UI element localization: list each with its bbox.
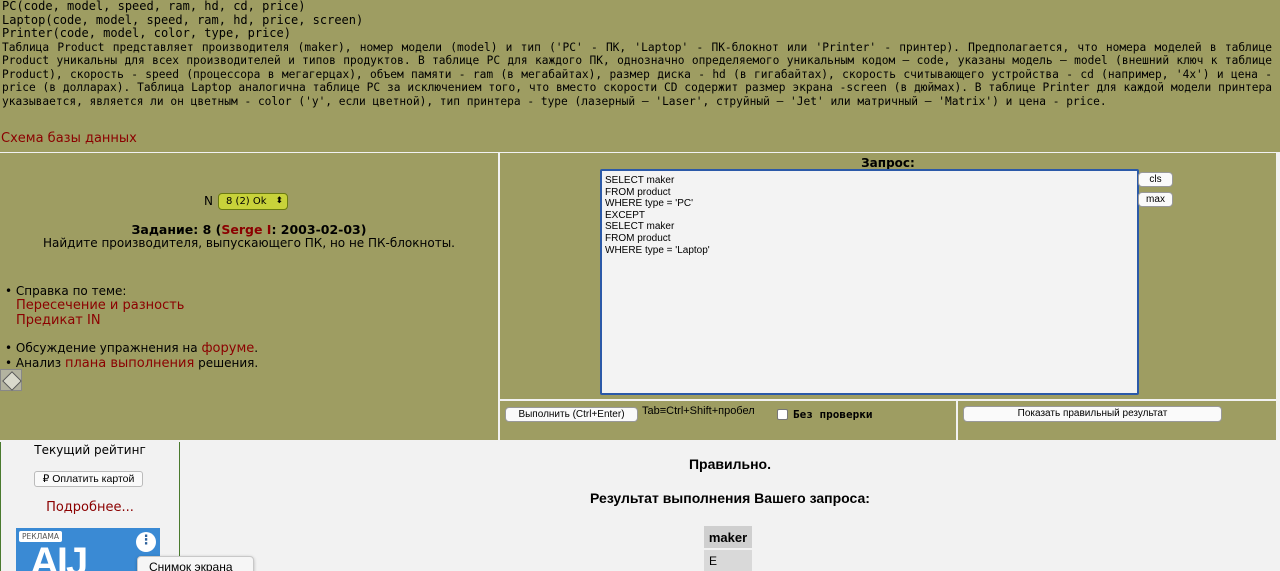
- result-title: Результат выполнения Вашего запроса:: [590, 490, 870, 506]
- maximize-button[interactable]: max: [1138, 192, 1173, 207]
- pay-by-card-button[interactable]: ₽ Оплатить картой: [34, 471, 143, 487]
- no-check-checkbox[interactable]: [777, 409, 788, 420]
- task-panel: N 8 (2) Ok ⬍ Задание: 8 (Serge I: 2003-0…: [0, 153, 498, 440]
- plan-suffix: решения.: [194, 356, 259, 370]
- query-panel: Запрос: SELECT maker FROM product WHERE …: [500, 153, 1276, 399]
- table-cell: E: [704, 550, 752, 571]
- result-table: maker E: [704, 524, 752, 571]
- forum-prefix: Обсуждение упражнения на: [15, 341, 202, 355]
- column-header: maker: [704, 526, 752, 548]
- diagram-icon[interactable]: [0, 369, 22, 391]
- query-label: Запрос:: [861, 156, 915, 170]
- task-text: Найдите производителя, выпускающего ПК, …: [42, 236, 455, 250]
- run-bar: Выполнить (Ctrl+Enter) Tab≡Ctrl+Shift+пр…: [500, 401, 956, 440]
- schema-diagram-link[interactable]: Схема базы данных: [1, 131, 137, 146]
- schema-line: Laptop(code, model, speed, ram, hd, pric…: [2, 12, 364, 27]
- run-query-button[interactable]: Выполнить (Ctrl+Enter): [505, 407, 638, 422]
- select-arrows-icon: ⬍: [275, 196, 283, 206]
- exercise-number-label: N: [204, 194, 213, 208]
- sidebar: Текущий рейтинг ₽ Оплатить картой Подроб…: [0, 442, 180, 571]
- plan-prefix: Анализ: [15, 356, 65, 370]
- schema-panel: PC(code, model, speed, ram, hd, cd, pric…: [0, 0, 1280, 152]
- no-check-label: Без проверки: [793, 408, 873, 421]
- tab-hint: Tab≡Ctrl+Shift+пробел: [642, 405, 755, 417]
- forum-suffix: .: [254, 341, 259, 355]
- exercise-select[interactable]: 8 (2) Ok ⬍: [218, 193, 288, 210]
- help-link-intersect-except[interactable]: Пересечение и разность: [5, 298, 258, 313]
- schema-description: Таблица Product представляет производите…: [2, 40, 1272, 108]
- schema-line: PC(code, model, speed, ram, hd, cd, pric…: [2, 0, 306, 13]
- ad-logo: AIJ: [30, 540, 88, 571]
- exercise-select-value: 8 (2) Ok: [226, 196, 267, 207]
- more-options-icon[interactable]: ⋮: [136, 532, 156, 552]
- task-title-suffix: : 2003-02-03): [271, 222, 367, 237]
- current-rating-label: Текущий рейтинг: [34, 443, 146, 457]
- clear-button[interactable]: cls: [1138, 172, 1173, 187]
- task-title: Задание: 8 (Serge I: 2003-02-03): [0, 222, 498, 237]
- task-author[interactable]: Serge I: [221, 222, 271, 237]
- help-link-in-predicate[interactable]: Предикат IN: [5, 313, 258, 328]
- forum-link[interactable]: форуме: [201, 341, 254, 356]
- sql-editor[interactable]: SELECT maker FROM product WHERE type = '…: [600, 169, 1139, 395]
- correct-status: Правильно.: [688, 456, 771, 472]
- table-header-row: maker: [704, 526, 752, 548]
- show-result-bar: Показать правильный результат: [958, 401, 1276, 440]
- screenshot-tooltip: Снимок экрана: [137, 556, 254, 571]
- help-topic-label: Справка по теме:: [15, 284, 127, 298]
- more-info-link[interactable]: Подробнее...: [1, 500, 179, 515]
- execution-plan-link[interactable]: плана выполнения: [65, 356, 194, 371]
- table-row: E: [704, 550, 752, 571]
- show-correct-result-button[interactable]: Показать правильный результат: [963, 406, 1222, 422]
- help-section: • Справка по теме: Пересечение и разност…: [5, 284, 259, 371]
- task-title-prefix: Задание: 8 (: [131, 222, 222, 237]
- schema-line: Printer(code, model, color, type, price): [2, 26, 291, 40]
